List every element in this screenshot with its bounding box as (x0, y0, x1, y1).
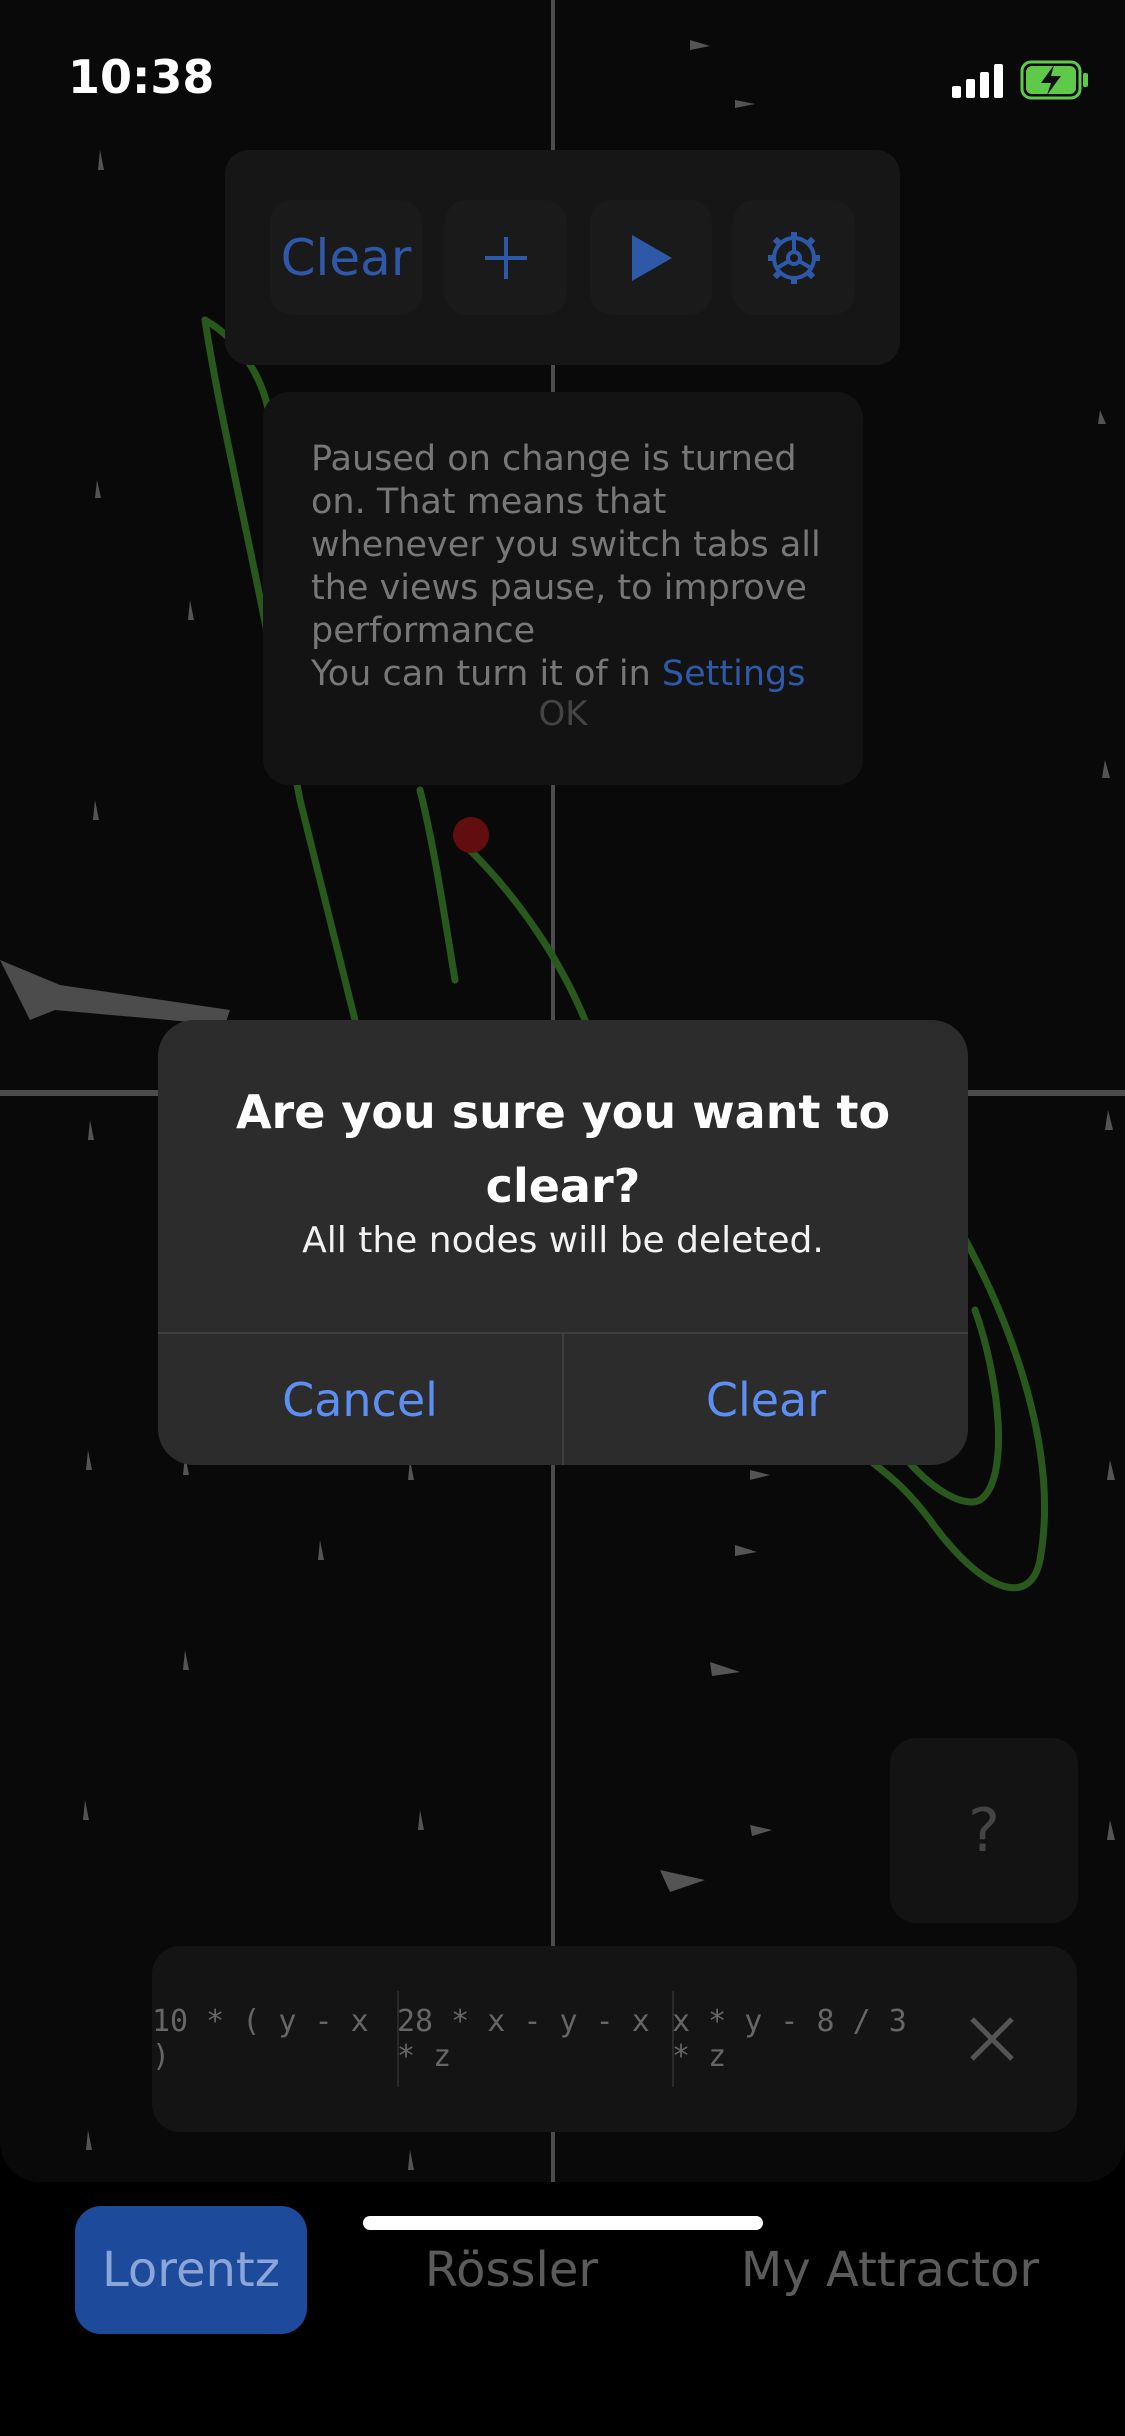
home-indicator[interactable] (363, 2216, 763, 2230)
plus-icon (485, 236, 527, 279)
notice-settings-prefix: You can turn it of in (311, 654, 662, 694)
equations-bar: 10 * ( y - x ) 28 * x - y - x * z x * y … (152, 1946, 1077, 2132)
equation-dx[interactable]: 10 * ( y - x ) (152, 1946, 397, 2132)
cellular-signal-icon (952, 64, 1003, 98)
dialog-message: All the nodes will be deleted. (302, 1220, 824, 1261)
play-button[interactable] (590, 200, 712, 315)
equation-dz[interactable]: x * y - 8 / 3 * z (672, 1946, 927, 2132)
settings-link[interactable]: Settings (662, 654, 806, 694)
close-icon[interactable] (952, 1999, 1032, 2079)
equation-dy[interactable]: 28 * x - y - x * z (397, 1946, 672, 2132)
play-icon (632, 234, 672, 281)
tab-my-attractor[interactable]: My Attractor (730, 2206, 1050, 2334)
toolbar: Clear (225, 150, 900, 365)
notice-message: Paused on change is turned on. That mean… (311, 439, 821, 651)
clear-confirm-dialog: Are you sure you want to clear? All the … (158, 1020, 968, 1465)
add-node-button[interactable] (445, 200, 567, 315)
tab-lorentz[interactable]: Lorentz (75, 2206, 307, 2334)
confirm-clear-button[interactable]: Clear (564, 1334, 968, 1465)
help-button[interactable]: ? (890, 1738, 1078, 1923)
clear-button[interactable]: Clear (270, 200, 422, 315)
clock: 10:38 (68, 50, 215, 104)
battery-charging-icon (1020, 60, 1088, 100)
dialog-title: Are you sure you want to clear? (235, 1085, 891, 1213)
notice-ok-button[interactable]: OK (263, 694, 863, 734)
status-bar: 10:38 (0, 0, 1125, 150)
cancel-button[interactable]: Cancel (158, 1334, 562, 1465)
gear-icon (768, 231, 820, 284)
settings-button[interactable] (733, 200, 855, 315)
pause-notice: Paused on change is turned on. That mean… (263, 392, 863, 785)
